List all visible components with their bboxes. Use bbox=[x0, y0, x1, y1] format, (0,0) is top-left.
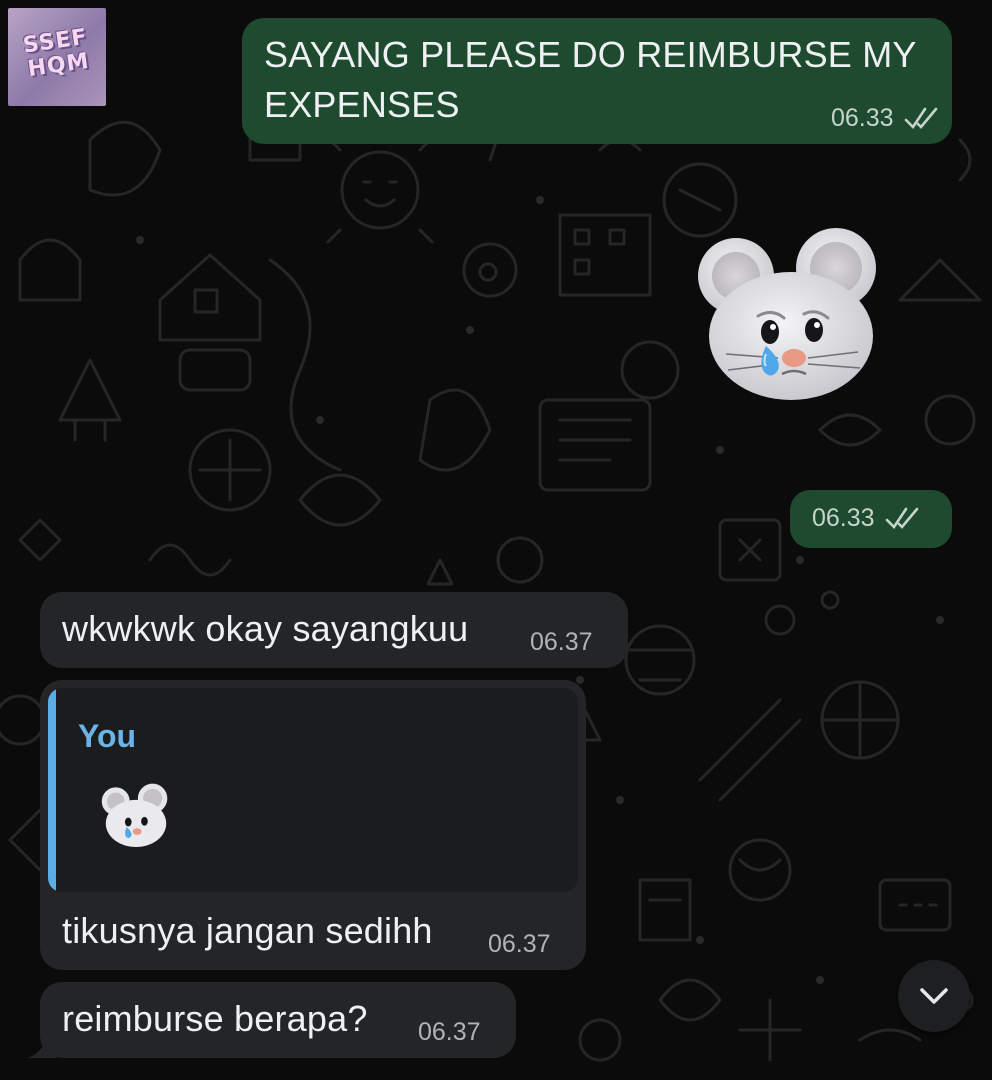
double-check-icon bbox=[904, 107, 938, 130]
quoted-reply[interactable]: You bbox=[48, 688, 578, 892]
message-meta: 06.33 bbox=[812, 104, 942, 133]
double-check-icon bbox=[885, 507, 919, 530]
incoming-reply-message-bubble[interactable]: You tikusnya jangan sedihh 06.37 bbox=[40, 680, 586, 970]
message-meta: 06.33 bbox=[812, 504, 923, 533]
outgoing-message-bubble[interactable]: SAYANG PLEASE DO REIMBURSE MY EXPENSES 0… bbox=[242, 18, 952, 144]
crying-mouse-memoji-thumbnail bbox=[101, 783, 168, 848]
reply-sender-name: You bbox=[78, 718, 137, 754]
message-text: tikusnya jangan sedihh bbox=[62, 910, 433, 951]
message-time: 06.33 bbox=[830, 104, 894, 132]
incoming-message-bubble[interactable]: reimburse berapa? 06.37 bbox=[40, 982, 516, 1058]
message-time: 06.33 bbox=[812, 504, 875, 532]
reply-accent-bar bbox=[48, 688, 56, 892]
bubble-tail bbox=[28, 1040, 56, 1058]
contact-avatar[interactable]: SSEF HQM bbox=[8, 8, 106, 106]
message-time: 06.37 bbox=[530, 628, 593, 656]
message-time: 06.37 bbox=[418, 1018, 481, 1046]
avatar-logo-text: SSEF HQM bbox=[21, 24, 92, 83]
message-time: 06.37 bbox=[488, 930, 551, 958]
chevron-down-icon bbox=[920, 988, 948, 1004]
scroll-to-bottom-button[interactable] bbox=[898, 960, 970, 1032]
incoming-message-bubble[interactable]: wkwkwk okay sayangkuu 06.37 bbox=[40, 592, 628, 668]
crying-mouse-memoji-sticker[interactable] bbox=[696, 218, 886, 408]
message-text: wkwkwk okay sayangkuu bbox=[62, 608, 469, 649]
message-text: reimburse berapa? bbox=[62, 998, 368, 1039]
sticker-timestamp: 06.33 bbox=[790, 490, 952, 548]
